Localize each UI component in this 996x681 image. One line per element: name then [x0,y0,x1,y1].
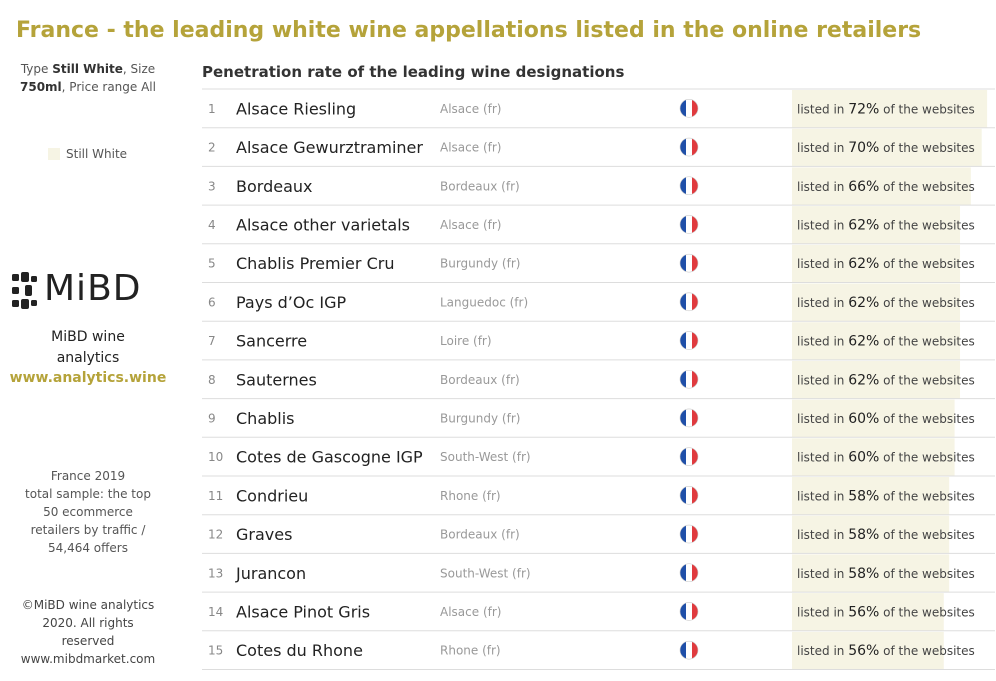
region-label: Alsace (fr) [440,218,501,232]
value-label: listed in 70% of the websites [797,140,975,156]
region-label: Alsace (fr) [440,102,501,116]
appellation-label: Alsace Riesling [236,99,356,118]
appellation-label: Condrieu [236,486,308,505]
value-label: listed in 60% of the websites [797,411,975,427]
rank-label: 15 [208,644,223,658]
rank-label: 7 [208,334,216,348]
region-label: Bordeaux (fr) [440,528,520,542]
appellation-label: Cotes du Rhone [236,641,363,660]
rank-label: 10 [208,450,223,464]
region-label: Burgundy (fr) [440,257,520,271]
region-label: Loire (fr) [440,334,492,348]
appellation-label: Graves [236,525,292,544]
value-label: listed in 60% of the websites [797,450,975,466]
rank-label: 11 [208,489,223,503]
value-label: listed in 62% of the websites [797,295,975,311]
value-label: listed in 62% of the websites [797,372,975,388]
appellation-label: Alsace other varietals [236,215,410,234]
value-label: listed in 58% of the websites [797,566,975,582]
value-label: listed in 62% of the websites [797,334,975,350]
appellation-label: Pays d’Oc IGP [236,293,346,312]
rank-label: 2 [208,141,216,155]
rank-label: 4 [208,218,216,232]
value-label: listed in 66% of the websites [797,179,975,195]
appellation-label: Alsace Pinot Gris [236,602,370,621]
rank-label: 12 [208,528,223,542]
region-label: Alsace (fr) [440,605,501,619]
region-label: Rhone (fr) [440,489,501,503]
region-label: Bordeaux (fr) [440,373,520,387]
value-label: listed in 56% of the websites [797,643,975,659]
appellation-label: Sauternes [236,370,317,389]
rank-label: 1 [208,102,216,116]
rank-label: 6 [208,295,216,309]
region-label: Bordeaux (fr) [440,179,520,193]
appellation-label: Sancerre [236,332,307,351]
value-label: listed in 62% of the websites [797,256,975,272]
region-label: Burgundy (fr) [440,411,520,425]
value-label: listed in 58% of the websites [797,488,975,504]
rank-label: 8 [208,373,216,387]
appellation-label: Chablis [236,409,295,428]
value-label: listed in 62% of the websites [797,217,975,233]
appellation-label: Chablis Premier Cru [236,254,394,273]
region-label: Rhone (fr) [440,644,501,658]
value-label: listed in 58% of the websites [797,527,975,543]
penetration-chart: 1 Alsace Riesling Alsace (fr) listed in 72%… [202,88,995,670]
appellation-label: Alsace Gewurztraminer [236,138,423,157]
appellation-label: Jurancon [235,564,306,583]
rank-label: 9 [208,411,216,425]
region-label: Languedoc (fr) [440,295,528,309]
appellation-label: Cotes de Gascogne IGP [236,448,423,467]
rank-label: 13 [208,566,223,580]
value-label: listed in 56% of the websites [797,604,975,620]
region-label: Alsace (fr) [440,141,501,155]
appellation-label: Bordeaux [236,177,312,196]
rank-label: 5 [208,257,216,271]
region-label: South-West (fr) [440,450,531,464]
value-label: listed in 72% of the websites [797,101,975,117]
region-label: South-West (fr) [440,566,531,580]
rank-label: 3 [208,179,216,193]
rank-label: 14 [208,605,223,619]
